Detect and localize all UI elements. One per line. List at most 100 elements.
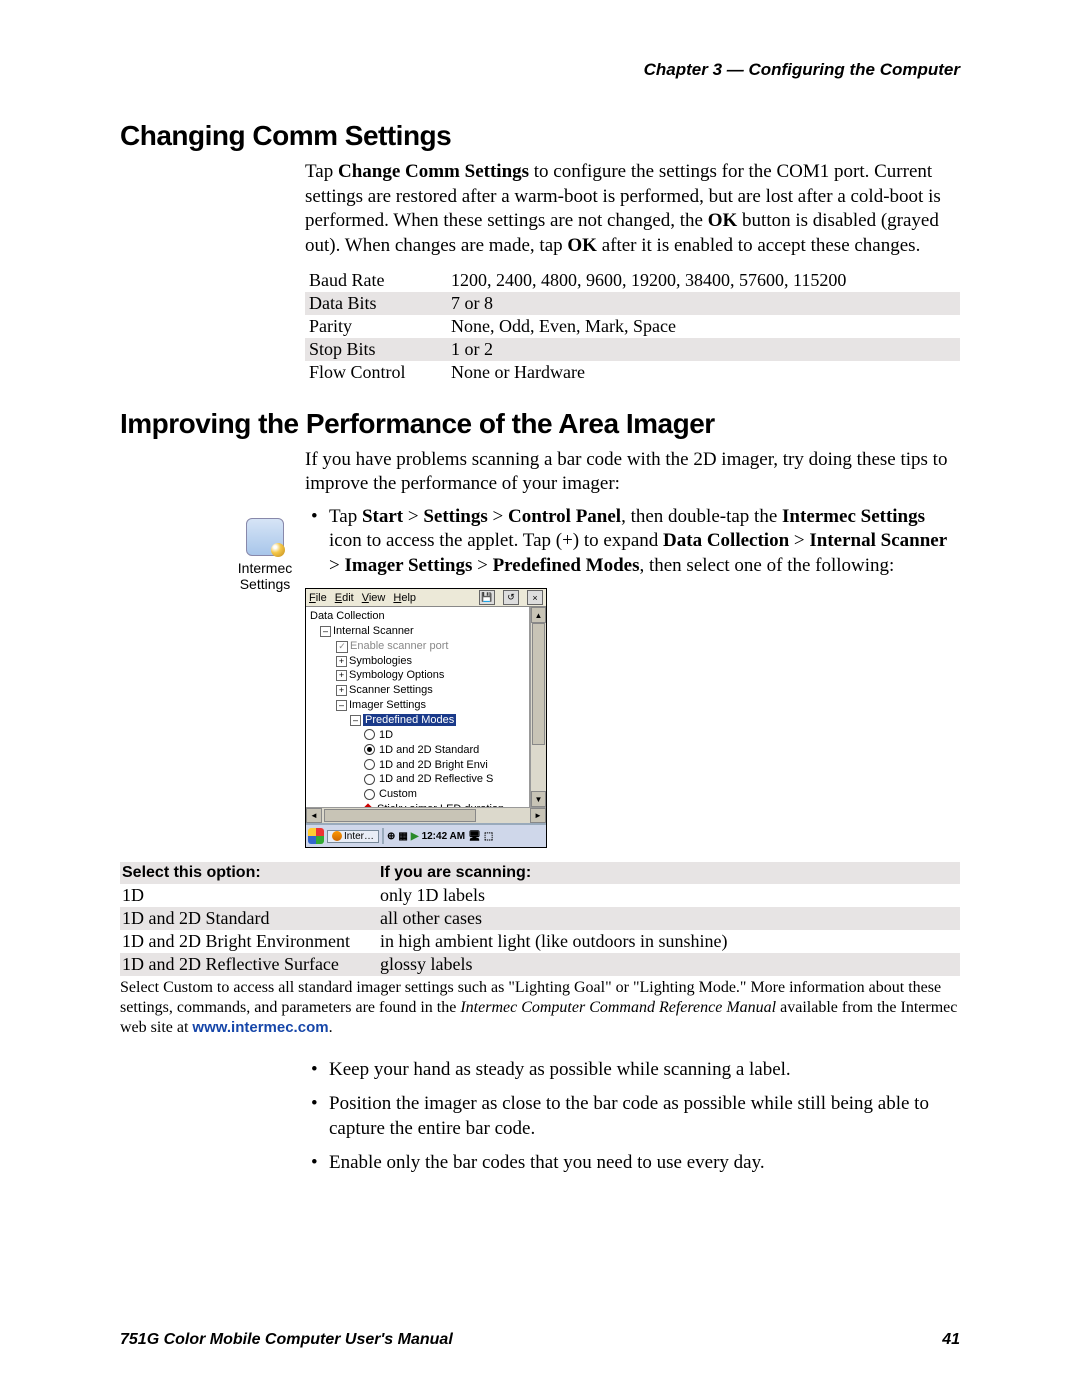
text: >	[403, 506, 423, 527]
heading-changing-comm-settings: Changing Comm Settings	[120, 120, 960, 152]
horizontal-scrollbar[interactable]: ◄ ►	[306, 807, 546, 823]
text-bold: Control Panel	[508, 506, 621, 527]
scroll-left-icon[interactable]: ◄	[306, 808, 322, 823]
bullet-tip: Keep your hand as steady as possible whi…	[305, 1058, 960, 1082]
app-icon	[332, 831, 342, 841]
text: after it is enabled to accept these chan…	[597, 235, 920, 256]
radio-icon[interactable]	[364, 729, 375, 740]
tray-icon[interactable]: ⬚	[484, 831, 493, 842]
collapse-icon[interactable]: –	[350, 715, 361, 726]
cell: None, Odd, Even, Mark, Space	[447, 315, 960, 338]
scroll-right-icon[interactable]: ►	[530, 808, 546, 823]
scroll-down-icon[interactable]: ▼	[531, 791, 546, 807]
radio-icon-selected[interactable]	[364, 744, 375, 755]
text: , then select one of the following:	[639, 555, 894, 576]
cell: 1D and 2D Standard	[120, 907, 376, 930]
radio-icon[interactable]	[364, 759, 375, 770]
scroll-thumb[interactable]	[324, 809, 476, 822]
tree-radio[interactable]: Custom	[310, 787, 527, 802]
expand-icon[interactable]: +	[336, 685, 347, 696]
cell: glossy labels	[376, 953, 960, 976]
taskbar: Inter… ⊕ ▦ ▶ 12:42 AM 🖥 ⬚	[306, 823, 546, 847]
cell: 1D and 2D Reflective Surface	[120, 953, 376, 976]
intermec-settings-window: File Edit View Help 💾 ↺ × Data Collectio…	[305, 588, 547, 848]
tree-radio[interactable]: 1D and 2D Reflective S	[310, 772, 527, 787]
intermec-settings-icon	[246, 518, 284, 556]
text: >	[329, 555, 344, 576]
tree-node[interactable]: +Symbologies	[310, 654, 527, 669]
vertical-scrollbar[interactable]: ▲ ▼	[530, 607, 546, 807]
cell: 1 or 2	[447, 338, 960, 361]
cell: Data Bits	[305, 292, 447, 315]
system-tray: ⊕ ▦ ▶ 12:42 AM 🖥 ⬚	[387, 831, 493, 842]
tree-radio[interactable]: 1D and 2D Standard	[310, 743, 527, 758]
table-footnote: Select Custom to access all standard ima…	[120, 978, 960, 1038]
cell: 1200, 2400, 4800, 9600, 19200, 38400, 57…	[447, 269, 960, 292]
tray-icon[interactable]: ▦	[398, 831, 407, 842]
tree-node-selected[interactable]: –Predefined Modes	[310, 713, 527, 728]
page-number: 41	[942, 1331, 960, 1349]
tree-leaf[interactable]: Sticky aimer LED duration	[310, 802, 527, 807]
tree-node[interactable]: +Scanner Settings	[310, 683, 527, 698]
bullet-navigate-settings: Tap Start > Settings > Control Panel, th…	[305, 505, 960, 578]
text: >	[472, 555, 492, 576]
collapse-icon[interactable]: –	[336, 700, 347, 711]
text-bold: Data Collection	[663, 530, 789, 551]
text: icon to access the applet. Tap (+) to ex…	[329, 530, 663, 551]
radio-icon[interactable]	[364, 789, 375, 800]
footer-title: 751G Color Mobile Computer User's Manual	[120, 1331, 453, 1349]
tree-node[interactable]: –Internal Scanner	[310, 624, 527, 639]
text: >	[789, 530, 809, 551]
text: >	[488, 506, 508, 527]
undo-icon[interactable]: ↺	[503, 590, 519, 605]
radio-icon[interactable]	[364, 774, 375, 785]
menu-edit[interactable]: Edit	[335, 592, 354, 604]
text: Tap	[305, 161, 338, 182]
heading-improving-performance: Improving the Performance of the Area Im…	[120, 408, 960, 440]
menubar: File Edit View Help 💾 ↺ ×	[306, 589, 546, 607]
text: , then double-tap the	[621, 506, 782, 527]
checkbox-icon[interactable]: ✓	[336, 641, 348, 653]
taskbar-app[interactable]: Inter…	[327, 830, 379, 843]
scroll-thumb[interactable]	[532, 623, 545, 745]
start-icon[interactable]	[308, 828, 324, 844]
tray-icon[interactable]: ⊕	[387, 831, 395, 842]
text: Tap	[329, 506, 362, 527]
text-bold: Settings	[423, 506, 487, 527]
cell: Parity	[305, 315, 447, 338]
text-bold: OK	[567, 235, 597, 256]
close-icon[interactable]: ×	[527, 590, 543, 605]
text-bold: Intermec Settings	[782, 506, 925, 527]
paragraph-imager-intro: If you have problems scanning a bar code…	[305, 448, 960, 497]
text-bold: Predefined Modes	[493, 555, 640, 576]
text-bold: Imager Settings	[344, 555, 472, 576]
save-icon[interactable]: 💾	[479, 590, 495, 605]
cell: Baud Rate	[305, 269, 447, 292]
menu-view[interactable]: View	[362, 592, 386, 604]
text-bold: Change Comm Settings	[338, 161, 529, 182]
bullet-tip: Enable only the bar codes that you need …	[305, 1151, 960, 1175]
link-intermec[interactable]: www.intermec.com	[192, 1019, 328, 1036]
scroll-up-icon[interactable]: ▲	[531, 607, 546, 623]
tree-node[interactable]: +Symbology Options	[310, 668, 527, 683]
tree-node[interactable]: Data Collection	[310, 609, 527, 624]
settings-tree[interactable]: Data Collection –Internal Scanner ✓Enabl…	[306, 607, 530, 807]
collapse-icon[interactable]: –	[320, 626, 331, 637]
cell: Flow Control	[305, 361, 447, 384]
paragraph-comm-settings: Tap Change Comm Settings to configure th…	[305, 160, 960, 259]
tree-radio[interactable]: 1D and 2D Bright Envi	[310, 758, 527, 773]
cell: None or Hardware	[447, 361, 960, 384]
expand-icon[interactable]: +	[336, 670, 347, 681]
menu-file[interactable]: File	[309, 592, 327, 604]
cell: Stop Bits	[305, 338, 447, 361]
text-bold: Start	[362, 506, 403, 527]
tray-icon[interactable]: 🖥	[468, 831, 481, 842]
cell: in high ambient light (like outdoors in …	[376, 930, 960, 953]
column-header: If you are scanning:	[376, 862, 960, 884]
expand-icon[interactable]: +	[336, 656, 347, 667]
tray-icon[interactable]: ▶	[411, 831, 419, 842]
tree-radio[interactable]: 1D	[310, 728, 527, 743]
tree-node[interactable]: –Imager Settings	[310, 698, 527, 713]
menu-help[interactable]: Help	[393, 592, 416, 604]
tree-node[interactable]: ✓Enable scanner port	[310, 639, 527, 654]
